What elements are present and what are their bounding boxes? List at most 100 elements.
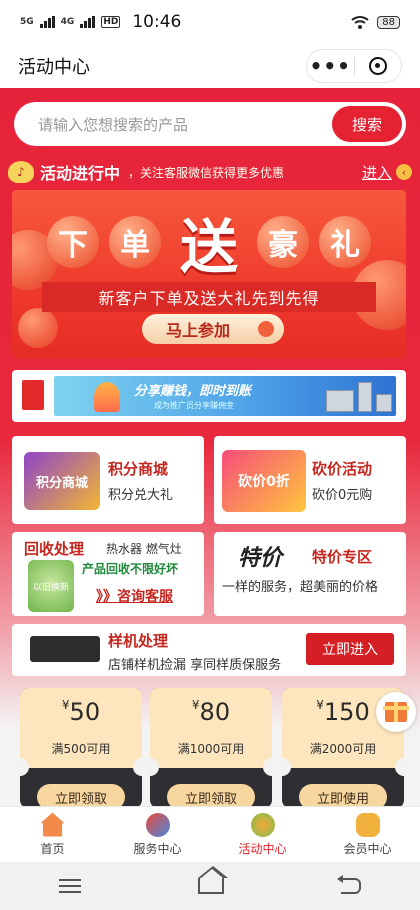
signal-bars-icon <box>80 16 96 28</box>
share-banner-image: 分享赚钱，即时到账 成为推广员分享赚佣金 <box>54 376 396 416</box>
battery-icon: 88 <box>377 15 400 29</box>
activity-subtitle: ，关注客服微信获得更多优惠 <box>128 165 285 180</box>
target-circle-icon <box>368 57 387 75</box>
wifi-icon <box>351 16 369 29</box>
recycle-card[interactable]: 回收处理 热水器 燃气灶 以旧换新 产品回收不限好坏 》》咨询客服 <box>12 532 204 616</box>
recycle-tags: 热水器 燃气灶 <box>106 542 182 556</box>
bargain-sub: 砍价0元购 <box>312 488 373 503</box>
search-input[interactable]: 请输入您想搜索的产品 <box>38 114 188 135</box>
signal-5g-label: 5G <box>20 17 34 27</box>
system-nav-bar <box>0 862 420 910</box>
coupon-face: ¥50 满500可用 <box>20 688 142 776</box>
coupon-amount: ¥50 <box>20 698 142 726</box>
use-coupon-button[interactable]: 立即使用 <box>299 784 387 808</box>
nav-bar: 活动中心 ••• <box>0 44 420 88</box>
sample-machine-sub: 店铺样机捡漏 享同样质保服务 <box>108 658 282 673</box>
status-bar: 5G 4G HD 10:46 88 <box>0 0 420 44</box>
search-bar[interactable]: 请输入您想搜索的产品 搜索 <box>14 102 406 146</box>
points-mall-sub: 积分兑大礼 <box>108 488 174 503</box>
home-icon <box>40 812 65 837</box>
member-icon <box>355 812 380 837</box>
coupon-condition: 满1000可用 <box>177 742 245 756</box>
claim-coupon-button[interactable]: 立即领取 <box>37 784 125 808</box>
coupon-face: ¥80 满1000可用 <box>150 688 272 776</box>
decor-ball <box>18 308 58 348</box>
menu-icon[interactable] <box>58 879 81 893</box>
page-title: 活动中心 <box>18 57 90 78</box>
bargain-image-text: 砍价0折 <box>238 474 290 490</box>
appliance-illustration <box>358 382 372 412</box>
bell-icon: ♪ <box>8 161 34 183</box>
coupon-condition: 满500可用 <box>51 742 111 756</box>
tab-label: 首页 <box>40 841 65 856</box>
coupon-currency: ¥ <box>61 698 70 712</box>
coupon-amount: ¥80 <box>150 698 272 726</box>
hero-headline: 下 单 送 豪 礼 <box>12 204 406 281</box>
special-price-image-text: 特价 <box>237 546 282 571</box>
status-left: 5G 4G HD 10:46 <box>20 12 181 32</box>
special-price-sub: 一样的服务，超美丽的价格 <box>222 580 379 595</box>
tab-service[interactable]: 服务中心 <box>105 807 210 862</box>
mini-program-capsule: ••• <box>306 49 402 83</box>
coupon-card[interactable]: ¥50 满500可用 立即领取 <box>20 688 142 808</box>
special-price-title: 特价专区 <box>312 548 373 566</box>
tab-label: 会员中心 <box>343 841 392 856</box>
coupon-value: 150 <box>323 698 370 726</box>
points-mall-title: 积分商城 <box>108 460 169 478</box>
activity-enter-link[interactable]: 进入 <box>362 162 392 183</box>
activity-bar: ♪ 活动进行中 ，关注客服微信获得更多优惠 进入 ‹ <box>8 158 412 186</box>
system-home-icon[interactable] <box>197 866 228 894</box>
tab-member[interactable]: 会员中心 <box>315 807 420 862</box>
coupon-currency: ¥ <box>316 698 324 712</box>
share-subtitle: 成为推广员分享赚佣金 <box>154 401 234 410</box>
sample-machine-card[interactable]: 样机处理 店铺样机捡漏 享同样质保服务 立即进入 <box>12 624 406 676</box>
hero-banner[interactable]: 下 单 送 豪 礼 新客户下单及送大礼先到先得 马上参加 <box>12 190 406 358</box>
gas-stove-image <box>30 636 100 662</box>
special-price-card[interactable]: 特价 特价专区 一样的服务，超美丽的价格 <box>214 532 406 616</box>
gift-icon <box>383 702 409 722</box>
hero-char: 礼 <box>319 216 371 268</box>
bargain-title: 砍价活动 <box>312 460 373 478</box>
recycle-title: 回收处理 <box>24 540 85 558</box>
points-mall-image: 积分商城 <box>24 452 100 510</box>
more-button[interactable]: ••• <box>307 50 354 82</box>
special-price-image: 特价 <box>228 538 292 574</box>
status-right: 88 <box>351 15 400 29</box>
hd-badge: HD <box>101 16 121 28</box>
sample-machine-title: 样机处理 <box>108 632 169 650</box>
close-button[interactable] <box>355 50 402 82</box>
back-icon[interactable] <box>337 875 362 894</box>
activity-title: 活动进行中 <box>40 164 121 183</box>
clock: 10:46 <box>132 12 182 32</box>
red-envelope-icon <box>22 380 44 410</box>
points-mall-card[interactable]: 积分商城 积分商城 积分兑大礼 <box>12 436 204 524</box>
coupon-card[interactable]: ¥80 满1000可用 立即领取 <box>150 688 272 808</box>
recycle-image-text: 以旧换新 <box>32 582 69 593</box>
search-button[interactable]: 搜索 <box>332 106 402 142</box>
appliance-illustration <box>376 394 392 412</box>
coupon-value: 50 <box>69 698 101 726</box>
button-dot-icon <box>258 321 274 337</box>
bargain-image: 砍价0折 <box>222 450 306 512</box>
share-banner[interactable]: 分享赚钱，即时到账 成为推广员分享赚佣金 <box>12 370 406 422</box>
tab-home[interactable]: 首页 <box>0 807 105 862</box>
hero-subtitle: 新客户下单及送大礼先到先得 <box>42 282 376 312</box>
gift-button[interactable] <box>376 692 416 732</box>
hero-char: 单 <box>109 216 161 268</box>
tab-label: 服务中心 <box>133 841 182 856</box>
bargain-card[interactable]: 砍价0折 砍价活动 砍价0元购 <box>214 436 406 524</box>
enter-now-button[interactable]: 立即进入 <box>306 633 394 665</box>
consult-service-link[interactable]: 》》咨询客服 <box>96 586 173 606</box>
join-now-button[interactable]: 马上参加 <box>142 314 284 344</box>
chevron-left-icon[interactable]: ‹ <box>396 164 412 180</box>
hero-char: 下 <box>47 216 99 268</box>
coupon-value: 80 <box>199 698 231 726</box>
coupon-currency: ¥ <box>191 698 200 712</box>
claim-coupon-button[interactable]: 立即领取 <box>167 784 255 808</box>
recycle-image: 以旧换新 <box>28 560 74 612</box>
appliance-illustration <box>326 390 354 412</box>
tab-activity[interactable]: 活动中心 <box>210 807 315 862</box>
coupon-condition: 满2000可用 <box>309 742 377 756</box>
share-title: 分享赚钱，即时到账 <box>134 384 252 399</box>
signal-4g-label: 4G <box>60 17 75 27</box>
